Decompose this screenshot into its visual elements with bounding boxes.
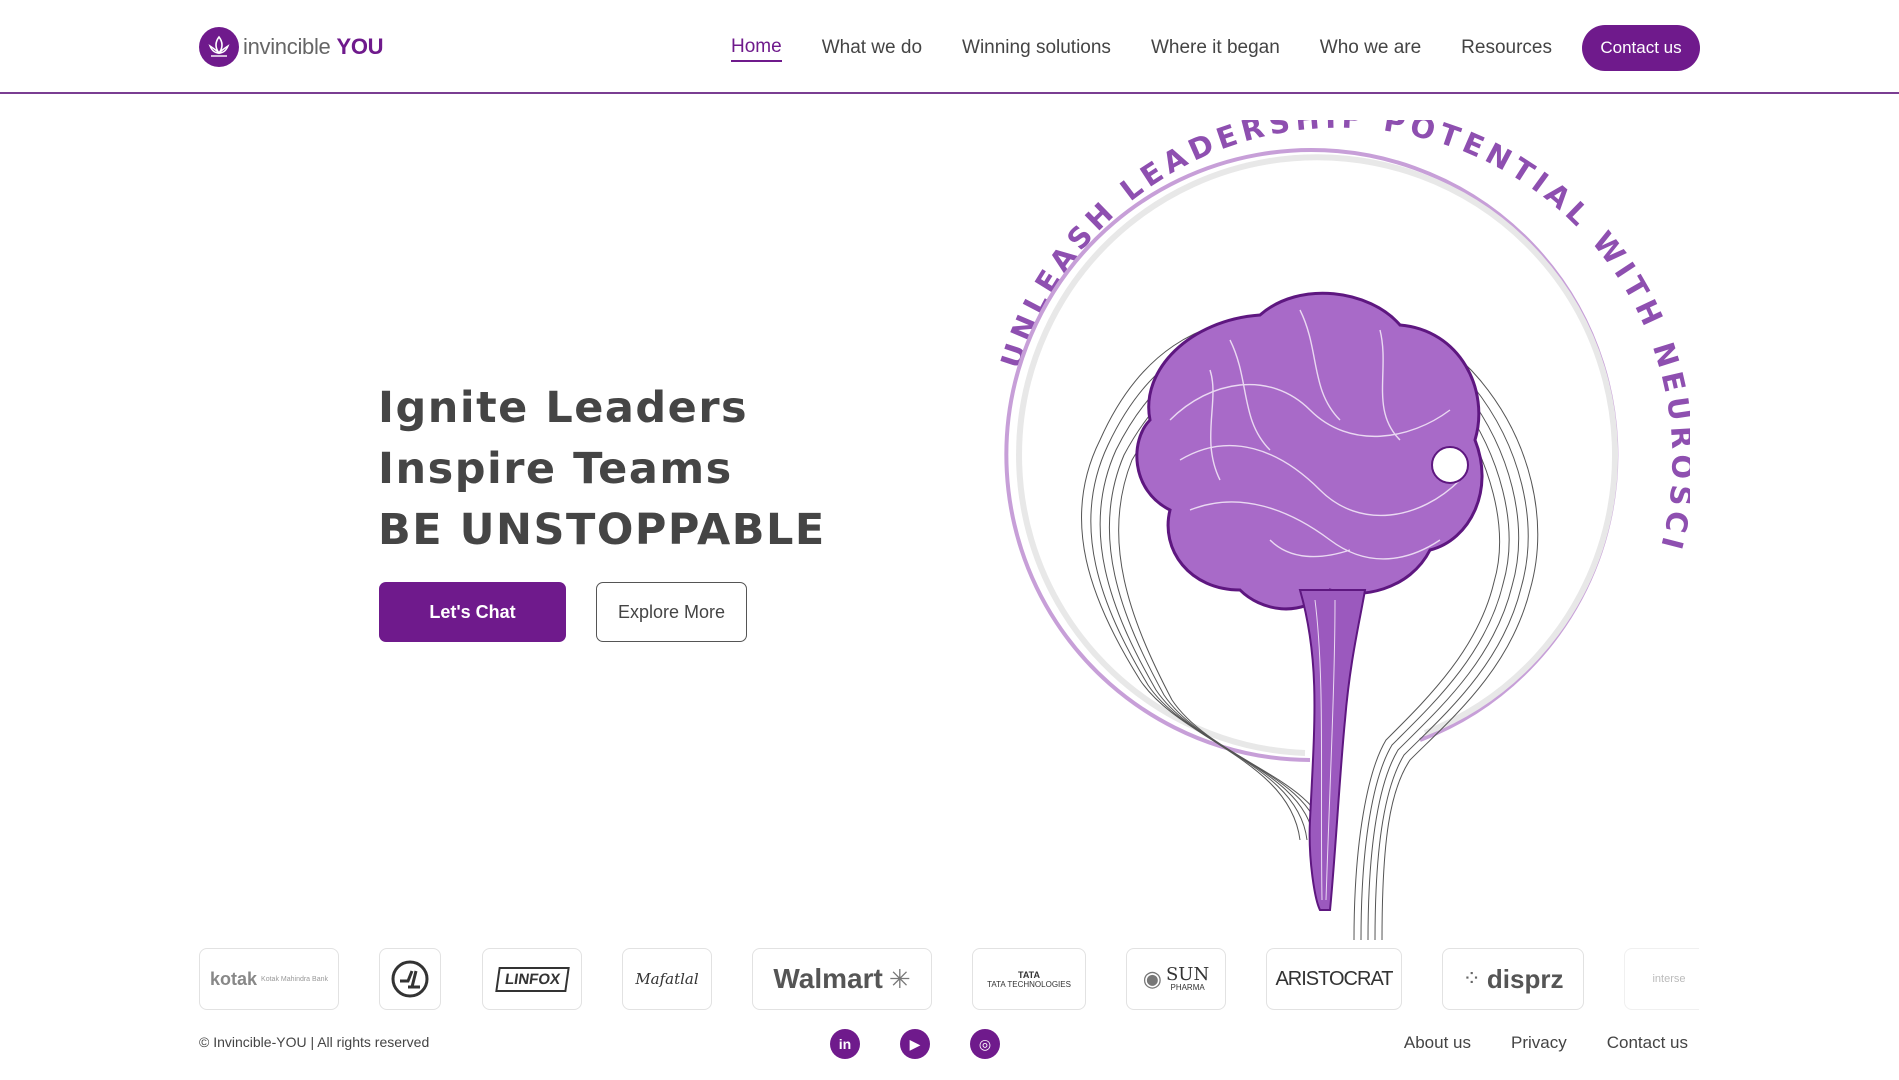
tata-logo-name: TATA xyxy=(1018,969,1040,980)
client-logo-mafatlal: Mafatlal xyxy=(622,948,712,1010)
site-header: invincible YOU Home What we do Winning so… xyxy=(0,0,1899,94)
client-logo-kotak: kotak Kotak Mahindra Bank xyxy=(199,948,339,1010)
linfox-logo-name: LINFOX xyxy=(494,966,570,992)
nav-item-winning-solutions[interactable]: Winning solutions xyxy=(962,36,1111,60)
aristocrat-logo-name: ARISTOCRAT xyxy=(1275,967,1393,990)
nav-item-home[interactable]: Home xyxy=(731,35,782,62)
client-logo-aristocrat: ARISTOCRAT xyxy=(1266,948,1402,1010)
footer-link-contact-us[interactable]: Contact us xyxy=(1607,1033,1688,1053)
contact-us-button[interactable]: Contact us xyxy=(1582,25,1700,71)
hero-cta-row: Let's Chat Explore More xyxy=(379,582,747,642)
sun-pharma-logo-sub: PHARMA xyxy=(1170,983,1205,992)
neuroscience-brain-illustration: UNLEASH LEADERSHIP POTENTIAL WITH NEUROS… xyxy=(970,120,1690,940)
client-logo-tata-technologies: TATA TATA TECHNOLOGIES xyxy=(972,948,1086,1010)
lotus-icon xyxy=(199,27,239,67)
footer-links: About us Privacy Contact us xyxy=(1364,1033,1688,1053)
lets-chat-button[interactable]: Let's Chat xyxy=(379,582,566,642)
brand-logo[interactable]: invincible YOU xyxy=(199,26,384,68)
brand-name-suffix: YOU xyxy=(336,34,384,59)
hero-line-3: BE UNSTOPPABLE xyxy=(378,505,826,555)
hero-headline: Ignite Leaders Inspire Teams BE UNSTOPPA… xyxy=(378,378,826,561)
nav-item-who-we-are[interactable]: Who we are xyxy=(1320,36,1421,60)
walmart-logo-name: Walmart xyxy=(773,963,883,994)
nav-item-what-we-do[interactable]: What we do xyxy=(822,36,922,60)
client-logo-linfox: LINFOX xyxy=(482,948,582,1010)
linkedin-icon[interactable]: in xyxy=(830,1029,860,1059)
walmart-spark-icon: ✳ xyxy=(888,963,911,994)
disprz-logo-name: disprz xyxy=(1486,963,1564,994)
footer-link-privacy[interactable]: Privacy xyxy=(1511,1033,1567,1053)
sun-pharma-swirl-icon: ◉ xyxy=(1142,966,1162,991)
brain-shape xyxy=(1135,291,1484,911)
brand-name: invincible YOU xyxy=(243,34,384,60)
explore-more-button[interactable]: Explore More xyxy=(596,582,747,642)
kotak-logo-name: kotak xyxy=(210,968,258,989)
instagram-icon[interactable]: ◎ xyxy=(970,1029,1000,1059)
client-logo-disprz: ⁘ disprz xyxy=(1442,948,1584,1010)
hero-line-1: Ignite Leaders xyxy=(378,383,749,433)
client-logo-sun-pharma: ◉ SUN PHARMA xyxy=(1126,948,1226,1010)
nav-item-where-it-began[interactable]: Where it began xyxy=(1151,36,1280,60)
client-logo-l-and-t xyxy=(379,948,441,1010)
client-logo-interse: interse xyxy=(1624,948,1699,1010)
nav-item-resources[interactable]: Resources xyxy=(1461,36,1552,60)
mafatlal-logo-name: Mafatlal xyxy=(635,970,699,988)
youtube-icon[interactable]: ▶ xyxy=(900,1029,930,1059)
interse-logo-name: interse xyxy=(1652,973,1686,985)
client-logo-walmart: Walmart ✳ xyxy=(752,948,932,1010)
kotak-logo-sub: Kotak Mahindra Bank xyxy=(261,975,328,983)
sun-pharma-logo-name: SUN xyxy=(1165,964,1210,985)
footer-link-about-us[interactable]: About us xyxy=(1404,1033,1471,1053)
brand-name-prefix: invincible xyxy=(243,34,331,59)
disprz-dots-icon: ⁘ xyxy=(1462,966,1481,991)
main-nav: Home What we do Winning solutions Where … xyxy=(691,25,1700,71)
copyright-text: © Invincible-YOU | All rights reserved xyxy=(199,1034,430,1050)
hero-line-2: Inspire Teams xyxy=(378,444,733,494)
client-logo-strip: kotak Kotak Mahindra Bank LINFOX Mafatla… xyxy=(199,948,1699,1010)
l-and-t-logo-icon xyxy=(391,960,429,998)
social-links: in ▶ ◎ xyxy=(830,1029,1040,1059)
tata-logo-sub: TATA TECHNOLOGIES xyxy=(987,979,1071,989)
